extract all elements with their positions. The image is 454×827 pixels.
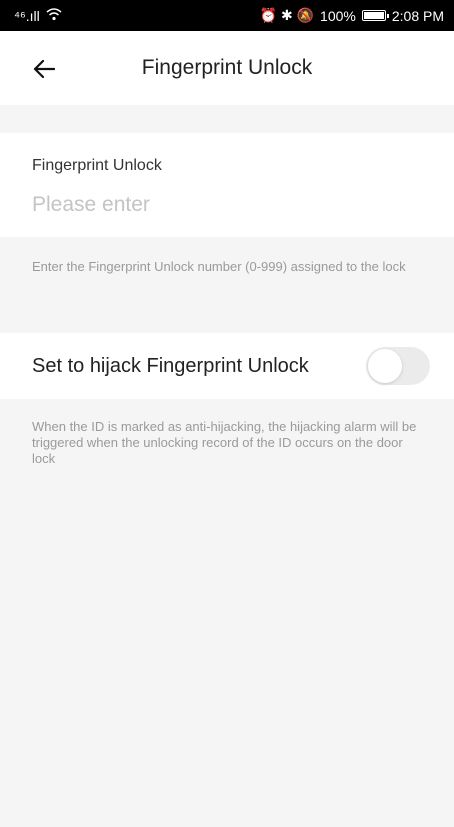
- fingerprint-number-card: Fingerprint Unlock: [0, 133, 454, 237]
- status-right: ⏰ ✱ 🔕 100% 2:08 PM: [260, 7, 444, 24]
- number-hint: Enter the Fingerprint Unlock number (0-9…: [32, 259, 406, 274]
- battery-percent: 100%: [320, 7, 356, 24]
- toggle-knob: [368, 349, 402, 383]
- battery-fill: [363, 12, 384, 19]
- hijack-hint: When the ID is marked as anti-hijacking,…: [32, 419, 417, 466]
- hijack-row: Set to hijack Fingerprint Unlock: [0, 333, 454, 399]
- clock: 2:08 PM: [391, 7, 444, 24]
- field-label: Fingerprint Unlock: [32, 157, 162, 174]
- alarm-bluetooth-mute-icons: ⏰ ✱ 🔕: [259, 7, 315, 23]
- page-title: Fingerprint Unlock: [141, 56, 313, 79]
- battery-icon: [361, 10, 389, 21]
- wifi-icon: [46, 7, 62, 24]
- hijack-toggle[interactable]: [366, 347, 430, 385]
- back-button[interactable]: [26, 51, 62, 87]
- arrow-left-icon: [33, 59, 55, 79]
- header: Fingerprint Unlock: [0, 31, 454, 105]
- fingerprint-number-input[interactable]: [32, 193, 422, 217]
- hijack-label: Set to hijack Fingerprint Unlock: [32, 354, 309, 377]
- status-left: ⁴⁶.ıll: [14, 8, 62, 24]
- signal-icon: ⁴⁶.ıll: [14, 7, 40, 24]
- status-bar: ⁴⁶.ıll ⏰ ✱ 🔕 100% 2:08 PM: [0, 0, 454, 31]
- spacer: [0, 105, 454, 133]
